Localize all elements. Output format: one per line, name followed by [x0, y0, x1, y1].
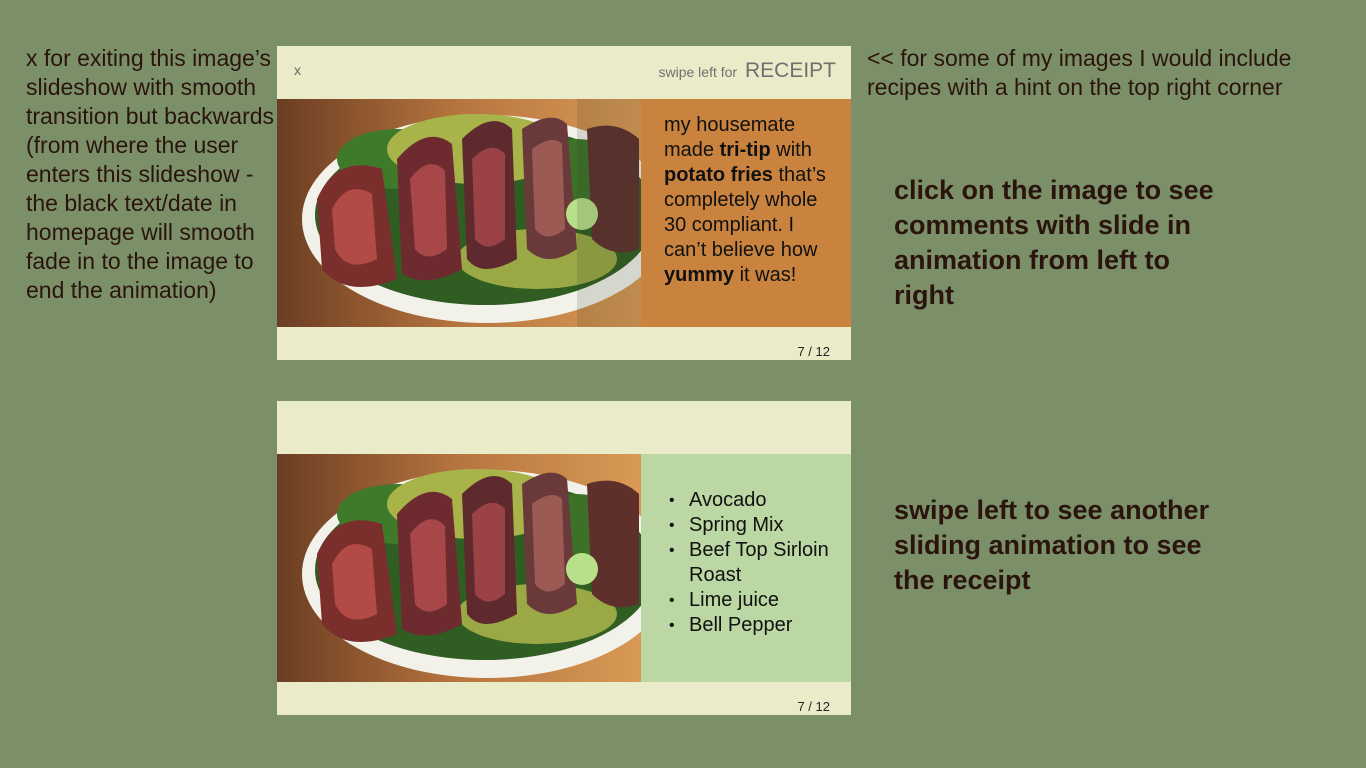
swipe-annotation: swipe left to see another sliding animat…: [894, 495, 1210, 595]
bullet-icon: •: [669, 517, 675, 534]
tri-tip-photo: [277, 454, 641, 682]
comment-panel: my housemate made tri-tip with potato fr…: [641, 99, 851, 327]
ingredient-item: • Spring Mix: [669, 513, 841, 538]
slide-counter: 7 / 12: [797, 699, 830, 714]
bullet-icon: •: [669, 492, 675, 509]
slide-header-empty: [277, 401, 851, 454]
ingredient-item: • Beef Top Sirloin Roast: [669, 538, 841, 588]
slide-comments-view[interactable]: x swipe left for RECEIPT my housemate ma…: [277, 46, 851, 360]
ingredient-list: • Avocado • Spring Mix • Beef Top Sirloin R…: [669, 488, 841, 638]
comment-bold-tri-tip: tri-tip: [719, 139, 771, 161]
ingredient-label: Avocado: [689, 489, 767, 511]
ingredient-label: Bell Pepper: [689, 614, 793, 636]
ingredient-label: Lime juice: [689, 589, 780, 611]
comment-text-4: it was!: [734, 264, 797, 286]
slide-counter: 7 / 12: [797, 344, 830, 359]
bullet-icon: •: [669, 617, 675, 634]
ingredient-item: • Bell Pepper: [669, 613, 841, 638]
comment-bold-yummy: yummy: [664, 264, 735, 286]
hint-prefix: swipe left for: [658, 64, 738, 80]
food-photo[interactable]: [277, 454, 641, 682]
comment-bold-potato-fries: potato fries: [664, 164, 773, 186]
close-icon[interactable]: x: [294, 62, 301, 78]
food-photo[interactable]: [277, 99, 641, 327]
comment-text-2: with: [770, 139, 812, 161]
recipe-panel: • Avocado • Spring Mix • Beef Top Sirloin R…: [641, 454, 851, 682]
ingredient-item: • Lime juice: [669, 588, 841, 613]
slide-recipe-view[interactable]: • Avocado • Spring Mix • Beef Top Sirloin R…: [277, 401, 851, 715]
bullet-icon: •: [669, 542, 675, 559]
hint-receipt-word: RECEIPT: [744, 59, 836, 82]
exit-annotation: x for exiting this image’s slideshow wit…: [26, 45, 275, 303]
ingredient-label: Beef Top Sirloin Roast: [689, 539, 829, 586]
receipt-hint[interactable]: swipe left for RECEIPT: [659, 59, 837, 83]
comments-annotation: click on the image to see comments with …: [894, 175, 1214, 310]
bullet-icon: •: [669, 592, 675, 609]
tri-tip-photo: [277, 99, 641, 327]
recipe-hint-annotation: << for some of my images I would include…: [867, 45, 1292, 100]
ingredient-label: Spring Mix: [689, 514, 784, 536]
slide-header: x swipe left for RECEIPT: [277, 46, 851, 99]
ingredient-item: • Avocado: [669, 488, 841, 513]
